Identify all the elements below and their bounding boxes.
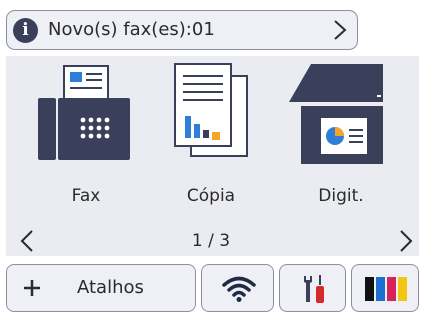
info-icon: i: [13, 18, 38, 43]
printer-home-screen: i Novo(s) fax(es):01 Fax Cópia Digit. 1 …: [0, 0, 425, 322]
fax-notification-text: Novo(s) fax(es):01: [48, 19, 215, 40]
page-indicator: 1 / 3: [191, 231, 231, 251]
copy-documents-icon: [174, 63, 248, 157]
ink-levels-button[interactable]: [351, 264, 419, 312]
fax-notification-bar[interactable]: i Novo(s) fax(es):01: [6, 10, 358, 50]
wifi-icon: [222, 276, 256, 302]
shortcuts-button[interactable]: Atalhos: [6, 264, 196, 312]
settings-tools-icon: [304, 275, 324, 303]
copy-app-label: Cópia: [186, 186, 236, 206]
ink-cartridge-icon: [365, 277, 407, 301]
app-panel: Fax Cópia Digit. 1 / 3: [6, 56, 419, 256]
wifi-button[interactable]: [201, 264, 274, 312]
plus-icon: [24, 280, 40, 296]
scanner-icon: [289, 64, 383, 164]
chevron-left-icon[interactable]: [20, 229, 34, 253]
settings-button[interactable]: [279, 264, 346, 312]
scan-app-button[interactable]: Digit.: [281, 62, 401, 212]
chevron-right-icon[interactable]: [399, 229, 413, 253]
scan-app-label: Digit.: [318, 186, 364, 206]
copy-app-button[interactable]: Cópia: [151, 62, 271, 212]
shortcuts-label: Atalhos: [77, 277, 144, 298]
fax-app-label: Fax: [71, 186, 101, 206]
fax-app-button[interactable]: Fax: [26, 62, 146, 212]
fax-machine-icon: [38, 65, 130, 160]
chevron-right-icon: [334, 20, 347, 40]
